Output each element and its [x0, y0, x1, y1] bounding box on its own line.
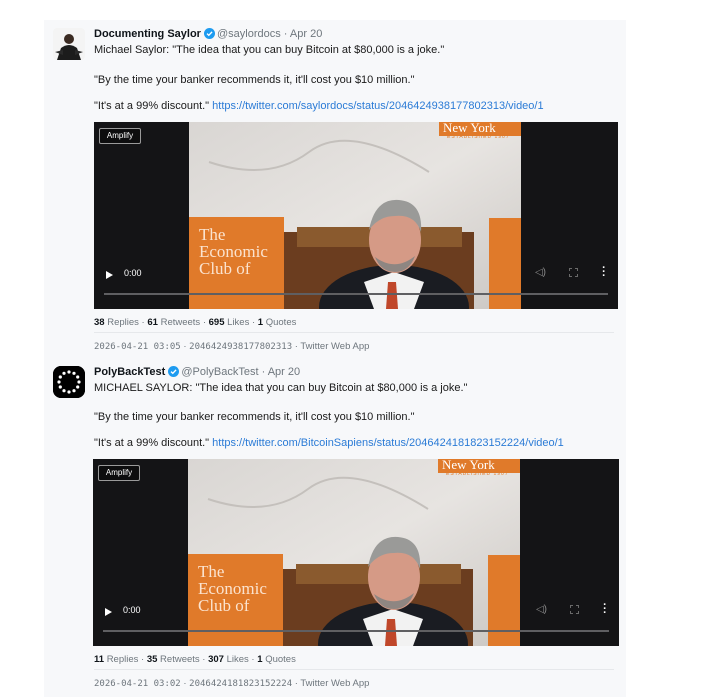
tweet-meta: 2026-04-21 03:02 · 2046424181823152224 ·… — [94, 678, 370, 689]
volume-icon[interactable]: ◁) — [536, 604, 547, 615]
tweet-source: Twitter Web App — [300, 678, 370, 689]
sign-line: The — [198, 562, 225, 581]
play-icon[interactable] — [105, 608, 112, 616]
divider — [94, 332, 614, 333]
retweets-count[interactable]: 61 — [147, 317, 158, 328]
avatar-image — [53, 28, 85, 60]
retweets-label: Retweets — [160, 654, 200, 665]
verified-badge-icon — [203, 28, 215, 42]
tweet-text-line: "By the time your banker recommends it, … — [94, 74, 415, 86]
fullscreen-icon[interactable] — [569, 268, 578, 277]
separator: · — [261, 366, 266, 378]
tweet-meta: 2026-04-21 03:05 · 2046424938177802313 ·… — [94, 341, 370, 352]
banner-subtext: ESTABLISHED 1907 — [447, 134, 510, 140]
tweet-id: 2046424938177802313 — [189, 342, 293, 352]
engagement-stats: 11 Replies · 35 Retweets · 307 Likes · 1… — [94, 654, 296, 665]
tweet[interactable]: PolyBackTest @PolyBackTest · Apr 20 MICHA… — [44, 358, 626, 697]
video-progress-bar[interactable] — [104, 293, 608, 295]
video-progress-bar[interactable] — [103, 630, 609, 632]
tweet-text: "It's at a 99% discount." — [94, 437, 210, 449]
banner-subtext: ESTABLISHED 1907 — [446, 471, 509, 477]
sign-line: Economic — [199, 242, 268, 261]
separator: · — [283, 28, 288, 40]
replies-count[interactable]: 11 — [94, 654, 104, 665]
likes-label: Likes — [227, 317, 250, 328]
video-controls: 0:00 ◁) · · · — [93, 596, 619, 646]
retweets-count[interactable]: 35 — [147, 654, 158, 665]
sign-line: The — [199, 225, 226, 244]
tweet-text-line: MICHAEL SAYLOR: "The idea that you can b… — [94, 382, 468, 394]
video-link[interactable]: https://twitter.com/BitcoinSapiens/statu… — [212, 437, 564, 449]
quotes-label: Quotes — [265, 654, 296, 665]
video-time: 0:00 — [123, 605, 141, 615]
author-handle[interactable]: @saylordocs — [217, 28, 281, 40]
timestamp: 2026-04-21 03:05 — [94, 342, 181, 352]
avatar-image — [53, 366, 85, 398]
tweet[interactable]: Documenting Saylor @saylordocs · Apr 20 M… — [44, 20, 626, 358]
video-player[interactable]: New York ESTABLISHED 1907 The Economic C… — [93, 459, 619, 646]
video-controls: 0:00 ◁) · · · — [94, 259, 618, 309]
amplify-badge: Amplify — [99, 128, 141, 144]
verified-badge-icon — [168, 366, 180, 380]
divider — [94, 669, 614, 670]
author-name[interactable]: Documenting Saylor — [94, 28, 201, 40]
author-name[interactable]: PolyBackTest — [94, 366, 165, 378]
volume-icon[interactable]: ◁) — [535, 267, 546, 278]
tweet-text-line: "By the time your banker recommends it, … — [94, 411, 415, 423]
video-link[interactable]: https://twitter.com/saylordocs/status/20… — [212, 100, 543, 112]
more-options-icon[interactable]: · · · — [603, 600, 607, 619]
tweet-feed: Documenting Saylor @saylordocs · Apr 20 M… — [44, 20, 626, 697]
quotes-count[interactable]: 1 — [257, 654, 262, 665]
play-icon[interactable] — [106, 271, 113, 279]
fullscreen-icon[interactable] — [570, 605, 579, 614]
avatar[interactable] — [53, 366, 85, 398]
replies-label: Replies — [106, 654, 139, 665]
quotes-count[interactable]: 1 — [258, 317, 263, 328]
tweet-source: Twitter Web App — [300, 341, 370, 352]
tweet-date[interactable]: Apr 20 — [268, 366, 300, 378]
amplify-badge: Amplify — [98, 465, 140, 481]
sign-line: Economic — [198, 579, 267, 598]
quotes-label: Quotes — [265, 317, 297, 328]
tweet-text-line: "It's at a 99% discount." https://twitte… — [94, 100, 544, 112]
video-player[interactable]: New York ESTABLISHED 1907 The Economic C… — [94, 122, 618, 309]
tweet-header: Documenting Saylor @saylordocs · Apr 20 — [94, 28, 322, 42]
engagement-stats: 38 Replies · 61 Retweets · 695 Likes · 1… — [94, 317, 297, 328]
likes-label: Likes — [226, 654, 249, 665]
tweet-text-line: "It's at a 99% discount." https://twitte… — [94, 437, 564, 449]
likes-count[interactable]: 695 — [209, 317, 225, 328]
tweet-date[interactable]: Apr 20 — [290, 28, 322, 40]
replies-count[interactable]: 38 — [94, 317, 105, 328]
tweet-text-line: Michael Saylor: "The idea that you can b… — [94, 44, 445, 56]
tweet-text: "It's at a 99% discount." — [94, 100, 210, 112]
author-handle[interactable]: @PolyBackTest — [181, 366, 258, 378]
tweet-header: PolyBackTest @PolyBackTest · Apr 20 — [94, 366, 300, 380]
video-time: 0:00 — [124, 268, 142, 278]
tweet-id: 2046424181823152224 — [189, 679, 293, 689]
retweets-label: Retweets — [160, 317, 201, 328]
replies-label: Replies — [107, 317, 139, 328]
likes-count[interactable]: 307 — [208, 654, 224, 665]
avatar[interactable] — [53, 28, 85, 60]
timestamp: 2026-04-21 03:02 — [94, 679, 181, 689]
more-options-icon[interactable]: · · · — [602, 263, 606, 282]
